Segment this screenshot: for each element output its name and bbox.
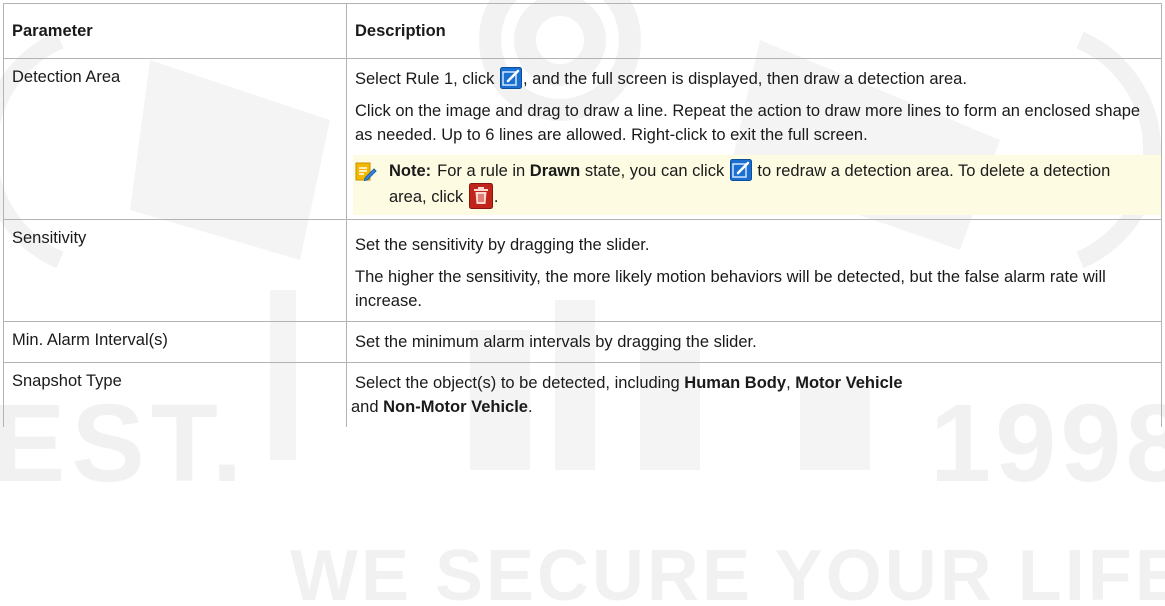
option-human-body: Human Body	[684, 374, 787, 392]
edit-area-icon	[499, 67, 522, 89]
param-desc-sensitivity: Set the sensitivity by dragging the slid…	[346, 219, 1162, 322]
desc-text: , and the full screen is displayed, then…	[522, 70, 967, 88]
param-name-sensitivity: Sensitivity	[3, 219, 347, 322]
header-description: Description	[346, 3, 1162, 59]
desc-paragraph: Select Rule 1, click , and the full scre…	[355, 67, 1151, 91]
trash-icon	[468, 183, 493, 209]
param-name-min-alarm-interval: Min. Alarm Interval(s)	[3, 321, 347, 363]
desc-paragraph: Select the object(s) to be detected, inc…	[351, 371, 1151, 419]
desc-text: and	[351, 398, 384, 416]
note-fragment: .	[493, 188, 499, 206]
parameter-table: Parameter Description Detection Area Sel…	[3, 3, 1162, 427]
document-page: EST. 1998 WE SECURE YOUR LIFE Parameter …	[0, 0, 1165, 606]
table-row-sensitivity: Sensitivity Set the sensitivity by dragg…	[3, 219, 1162, 322]
desc-paragraph: The higher the sensitivity, the more lik…	[355, 268, 1106, 310]
note-text: Note: For a rule in Drawn state, you can …	[389, 159, 1151, 209]
desc-text: Select the object(s) to be detected, inc…	[355, 374, 685, 392]
edit-area-icon	[729, 159, 752, 181]
table-row-snapshot-type: Snapshot Type Select the object(s) to be…	[3, 362, 1162, 427]
param-desc-snapshot-type: Select the object(s) to be detected, inc…	[346, 362, 1162, 427]
table-header-row: Parameter Description	[3, 3, 1162, 59]
note-state-bold: Drawn	[529, 162, 581, 180]
desc-text: ,	[786, 374, 796, 392]
note-pencil-icon	[355, 161, 377, 183]
note-label: Note:	[389, 162, 432, 180]
param-name-detection-area: Detection Area	[3, 58, 347, 220]
param-name-snapshot-type: Snapshot Type	[3, 362, 347, 427]
table-row-min-alarm-interval: Min. Alarm Interval(s) Set the minimum a…	[3, 321, 1162, 363]
note-fragment: state, you can click	[580, 162, 729, 180]
desc-text: .	[527, 398, 533, 416]
note-box: Note: For a rule in Drawn state, you can …	[353, 155, 1161, 215]
watermark-slogan-text: WE SECURE YOUR LIFE	[290, 536, 1165, 606]
desc-paragraph: Click on the image and drag to draw a li…	[355, 102, 1141, 144]
option-non-motor-vehicle: Non-Motor Vehicle	[383, 398, 528, 416]
param-desc-min-alarm-interval: Set the minimum alarm intervals by dragg…	[346, 321, 1162, 363]
desc-paragraph: Set the sensitivity by dragging the slid…	[355, 236, 650, 254]
note-fragment: For a rule in	[437, 162, 530, 180]
desc-paragraph: Set the minimum alarm intervals by dragg…	[355, 333, 757, 351]
option-motor-vehicle: Motor Vehicle	[795, 374, 903, 392]
param-desc-detection-area: Select Rule 1, click , and the full scre…	[346, 58, 1162, 220]
header-parameter: Parameter	[3, 3, 347, 59]
desc-text: Select Rule 1, click	[355, 70, 499, 88]
table-row-detection-area: Detection Area Select Rule 1, click , an…	[3, 58, 1162, 220]
